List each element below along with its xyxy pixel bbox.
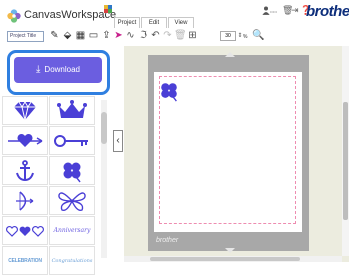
image-icon[interactable]: ▦ <box>75 30 86 42</box>
four-leaf-clover-icon <box>63 162 81 182</box>
menu-edit[interactable]: Edit <box>141 17 167 28</box>
save-icon[interactable]: ⬙ <box>62 30 73 42</box>
mat-down-arrow-icon[interactable] <box>225 248 235 253</box>
canvas-horizontal-scrollbar-thumb[interactable] <box>150 257 300 261</box>
placed-clover-shape[interactable] <box>158 80 180 102</box>
zoom-search-icon[interactable]: 🔍 <box>252 30 264 42</box>
project-title-input[interactable]: Project Title <box>7 31 44 42</box>
pattern-tile-butterfly[interactable] <box>49 186 95 215</box>
user-name[interactable]: ••••• <box>270 9 277 14</box>
download-button[interactable]: ⤓ Download <box>14 57 102 83</box>
butterfly-icon <box>58 191 86 211</box>
pattern-tile-diamond[interactable] <box>2 96 48 125</box>
download-icon: ⤓ <box>36 64 41 75</box>
brother-logo: brother <box>306 3 349 20</box>
chevron-left-icon: ‹ <box>116 135 120 146</box>
hearts-row-icon <box>6 225 44 237</box>
user-icon[interactable] <box>262 6 270 15</box>
brand-badge-icon <box>104 5 112 13</box>
draw-icon[interactable]: ∿ <box>125 30 136 42</box>
library-scrollbar-thumb[interactable] <box>101 112 107 144</box>
pattern-tile-anniversary[interactable]: Anniversary <box>49 216 95 245</box>
bow-arrow-icon <box>16 190 34 211</box>
delete-icon[interactable]: 🗑 <box>174 30 187 42</box>
header-icons: 🗑 ⇥ ❓ <box>0 0 311 15</box>
crown-icon <box>57 99 87 118</box>
diamond-icon <box>14 100 36 120</box>
pattern-tile-hearts[interactable] <box>2 216 48 245</box>
pattern-tile-clover[interactable] <box>49 156 95 185</box>
zoom-input[interactable]: 30 <box>220 31 236 41</box>
heart-arrow-icon <box>8 133 43 147</box>
menu-view[interactable]: View <box>168 17 194 28</box>
collapse-panel-handle[interactable]: ‹ <box>113 130 123 152</box>
select-pointer-icon[interactable]: ➤ <box>113 30 124 42</box>
pattern-tile-congratulations[interactable]: Congratulations <box>49 246 95 275</box>
pattern-tile-key[interactable] <box>49 126 95 155</box>
menu-project[interactable]: Project <box>114 17 140 28</box>
pattern-tile-crown[interactable] <box>49 96 95 125</box>
ornate-key-icon <box>54 134 88 147</box>
pattern-grid: Anniversary CELEBRATION Congratulations <box>2 96 100 275</box>
pattern-tile-anchor[interactable] <box>2 156 48 185</box>
redo-icon[interactable]: ↷ <box>162 30 173 42</box>
grid-icon[interactable]: ⊞ <box>187 30 198 42</box>
pattern-tile-bow-arrow[interactable] <box>2 186 48 215</box>
upload-icon[interactable]: ⇪ <box>101 30 112 42</box>
canvasworkspace-logo-icon <box>7 9 21 23</box>
pattern-tile-heart-arrow[interactable] <box>2 126 48 155</box>
logout-icon[interactable]: ⇥ <box>291 5 299 16</box>
mat-up-arrow-icon[interactable] <box>225 52 235 57</box>
undo-icon[interactable]: ↶ <box>150 30 161 42</box>
text-tool-icon[interactable]: ℑ <box>138 30 149 42</box>
folder-icon[interactable]: ▭ <box>88 30 99 42</box>
download-label: Download <box>44 65 80 74</box>
canvas-vertical-scrollbar-thumb[interactable] <box>343 102 348 220</box>
app-name: CanvasWorkspace <box>24 9 117 21</box>
pattern-tile-celebration[interactable]: CELEBRATION <box>2 246 48 275</box>
edit-document-icon[interactable]: ✎ <box>49 30 60 42</box>
zoom-unit: % <box>243 34 248 40</box>
anchor-icon <box>16 159 34 181</box>
mat-brand-label: brother <box>156 237 179 244</box>
